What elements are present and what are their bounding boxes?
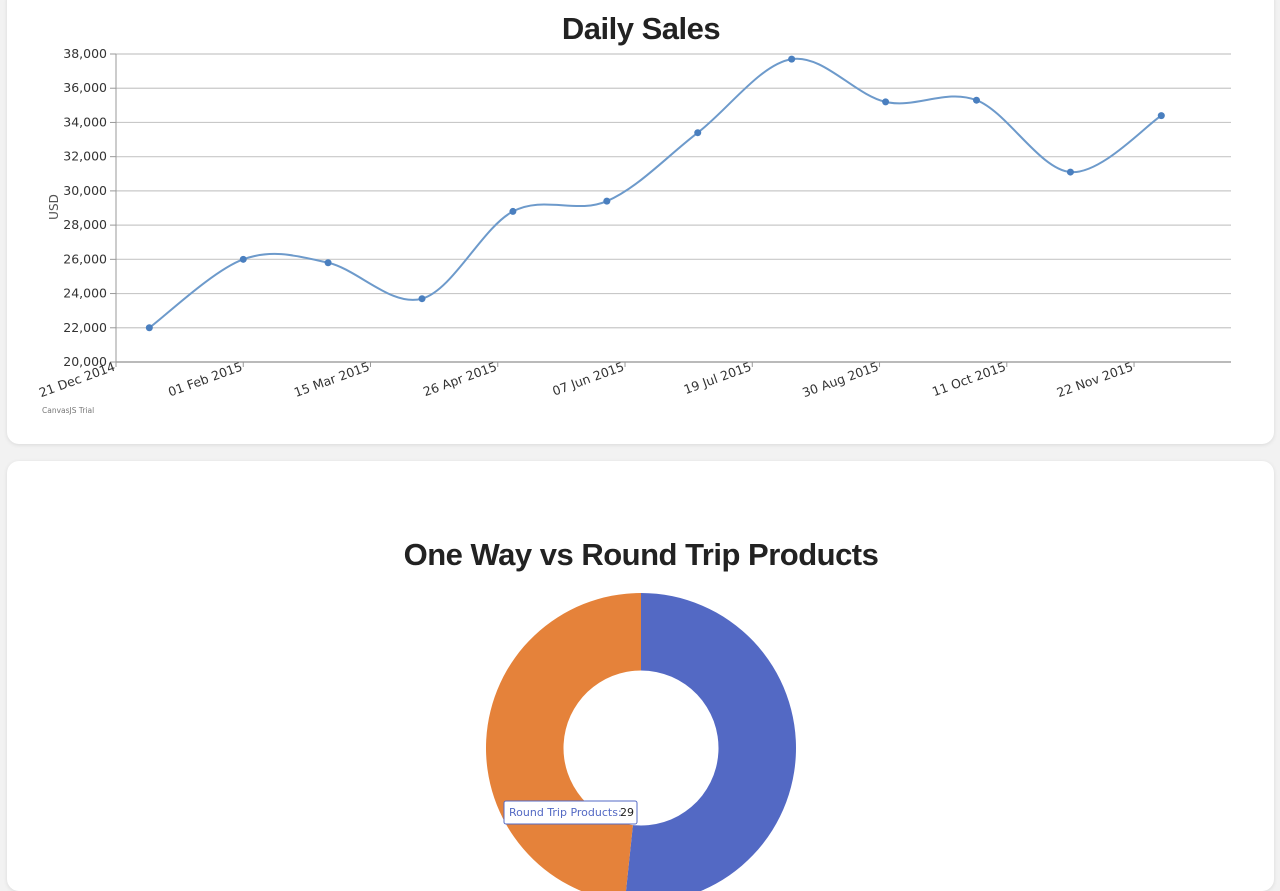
y-tick-label: 24,000 bbox=[63, 286, 107, 301]
data-point[interactable] bbox=[145, 324, 153, 332]
tooltip-label: Round Trip Products: bbox=[509, 806, 622, 819]
x-axis: 21 Dec 2014 01 Feb 2015 15 Mar 2015 26 Apr … bbox=[37, 359, 1231, 400]
donut-slices bbox=[486, 593, 796, 891]
sales-line bbox=[148, 57, 1162, 329]
data-point[interactable] bbox=[418, 295, 426, 303]
x-tick-label: 01 Feb 2015 bbox=[166, 359, 244, 400]
data-points bbox=[145, 55, 1165, 332]
y-tick-label: 34,000 bbox=[63, 114, 107, 129]
chart-title: One Way vs Round Trip Products bbox=[404, 537, 879, 572]
chart-title: Daily Sales bbox=[562, 11, 720, 46]
y-tick-label: 28,000 bbox=[63, 217, 107, 232]
daily-sales-card: 20,000 22,000 24,000 26,000 28,000 30,000 32,0… bbox=[7, 0, 1274, 444]
data-point[interactable] bbox=[694, 129, 702, 137]
products-card: One Way vs Round Trip Products Round Tri… bbox=[7, 461, 1274, 891]
data-point[interactable] bbox=[239, 255, 247, 263]
daily-sales-chart: 20,00022,00024,00026,00028,00030,00032,0… bbox=[37, 11, 1231, 415]
x-tick-label: 22 Nov 2015 bbox=[1055, 359, 1135, 400]
data-point[interactable] bbox=[324, 259, 332, 267]
x-tick-label: 11 Oct 2015 bbox=[930, 359, 1008, 400]
one-way-slice[interactable] bbox=[625, 593, 796, 891]
round-trip-slice[interactable] bbox=[486, 593, 641, 891]
y-tick-label: 30,000 bbox=[63, 183, 107, 198]
data-point[interactable] bbox=[972, 96, 980, 104]
x-tick-label: 07 Jun 2015 bbox=[550, 359, 626, 399]
y-tick-label: 36,000 bbox=[63, 80, 107, 95]
grid bbox=[116, 53, 1231, 363]
x-tick-label: 30 Aug 2015 bbox=[800, 359, 880, 400]
tooltip-value: 29 bbox=[620, 806, 634, 819]
y-tick-label: 38,000 bbox=[63, 46, 107, 61]
data-point[interactable] bbox=[509, 207, 517, 215]
watermark-credit: CanvasJS Trial bbox=[42, 406, 94, 415]
tooltip: Round Trip Products: 29 bbox=[503, 800, 638, 825]
products-donut-chart: One Way vs Round Trip Products Round Tri… bbox=[404, 537, 879, 891]
x-tick-label: 19 Jul 2015 bbox=[682, 359, 754, 397]
y-axis: 20,00022,00024,00026,00028,00030,00032,0… bbox=[63, 46, 117, 369]
data-point[interactable] bbox=[882, 98, 890, 106]
data-point[interactable] bbox=[1157, 112, 1165, 120]
y-axis-title: USD bbox=[47, 194, 61, 220]
x-tick-label: 26 Apr 2015 bbox=[421, 359, 499, 400]
data-point[interactable] bbox=[1066, 168, 1074, 176]
data-point[interactable] bbox=[788, 55, 796, 63]
y-tick-label: 26,000 bbox=[63, 251, 107, 266]
y-tick-label: 22,000 bbox=[63, 320, 107, 335]
data-point[interactable] bbox=[603, 197, 611, 205]
x-tick-label: 15 Mar 2015 bbox=[292, 359, 372, 400]
y-tick-label: 32,000 bbox=[63, 149, 107, 164]
